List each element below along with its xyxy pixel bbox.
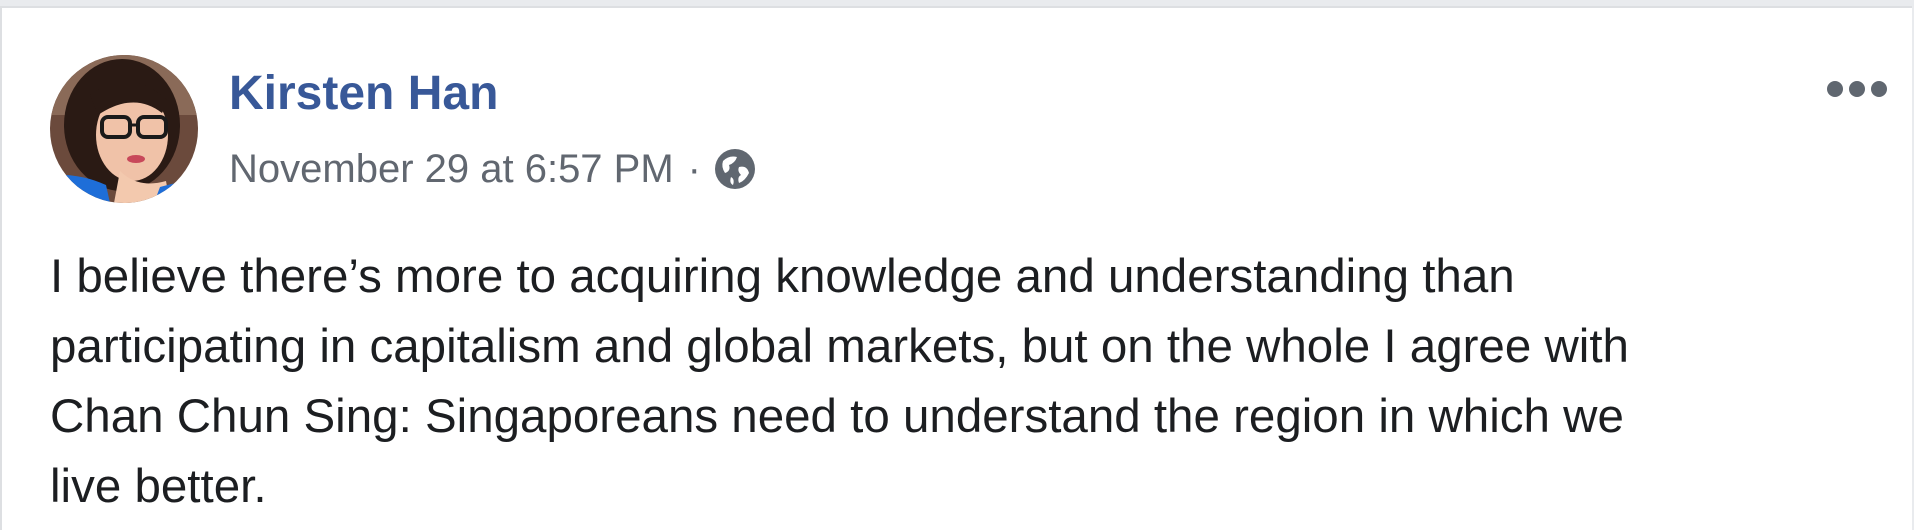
profile-photo-icon [50,55,198,203]
post-card: Kirsten Han November 29 at 6:57 PM · I b… [0,6,1912,530]
post-body-text: I believe there’s more to acquiring know… [50,250,1629,513]
post-timestamp[interactable]: November 29 at 6:57 PM [229,145,674,193]
globe-icon[interactable] [713,147,757,191]
post-meta: November 29 at 6:57 PM · [229,144,757,194]
more-options-icon[interactable] [1824,74,1890,104]
author-name-link[interactable]: Kirsten Han [229,66,498,122]
meta-separator: · [687,147,701,191]
author-avatar[interactable] [50,55,198,203]
